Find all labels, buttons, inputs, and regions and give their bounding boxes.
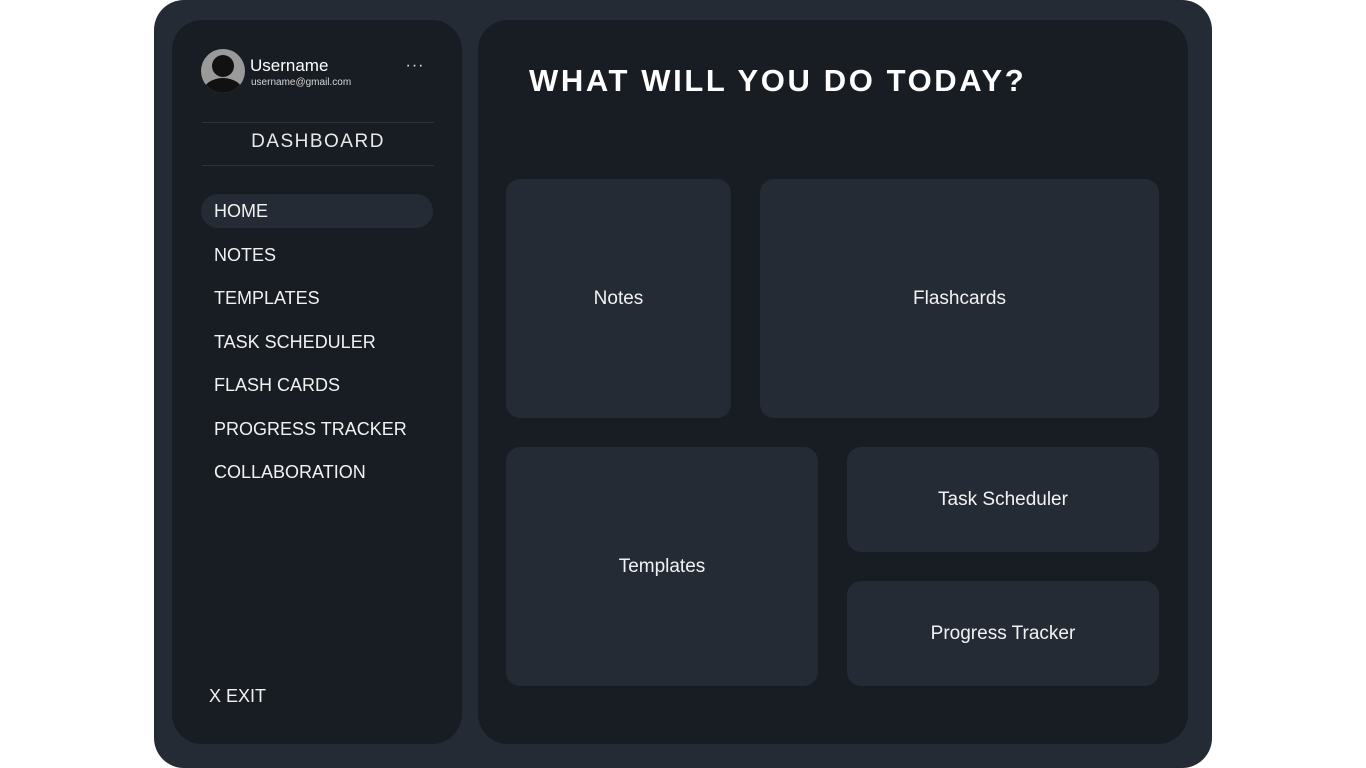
sidebar-item-collaboration[interactable]: COLLABORATION [201, 455, 433, 489]
sidebar-item-task-scheduler[interactable]: TASK SCHEDULER [201, 325, 433, 359]
sidebar-item-notes[interactable]: NOTES [201, 238, 433, 272]
templates-card-label: Templates [618, 555, 706, 577]
flashcards-card[interactable]: Flashcards [760, 179, 1159, 418]
exit-button[interactable]: X EXIT [209, 686, 266, 707]
sidebar-item-templates[interactable]: TEMPLATES [201, 281, 433, 315]
progress-tracker-card-label: Progress Tracker [930, 622, 1076, 644]
divider [202, 122, 434, 123]
task-scheduler-card[interactable]: Task Scheduler [847, 447, 1159, 552]
sidebar-item-progress-tracker[interactable]: PROGRESS TRACKER [201, 412, 433, 446]
dashboard-title: DASHBOARD [251, 131, 385, 152]
sidebar-nav: HOME NOTES TEMPLATES TASK SCHEDULER FLAS… [201, 194, 433, 499]
sidebar-item-flash-cards[interactable]: FLASH CARDS [201, 368, 433, 402]
templates-card[interactable]: Templates [506, 447, 818, 686]
more-horizontal-icon[interactable]: ··· [400, 57, 430, 77]
avatar-head [212, 55, 234, 77]
page-title: WHAT WILL YOU DO TODAY? [529, 63, 1027, 98]
task-scheduler-card-label: Task Scheduler [938, 488, 1068, 510]
avatar-body [203, 78, 243, 93]
username: Username [250, 56, 329, 75]
sidebar-item-home[interactable]: HOME [201, 194, 433, 228]
notes-card[interactable]: Notes [506, 179, 731, 418]
notes-card-label: Notes [593, 287, 644, 309]
flashcards-card-label: Flashcards [913, 287, 1006, 309]
user-email: username@gmail.com [251, 77, 352, 88]
user-avatar-icon[interactable] [201, 49, 245, 93]
progress-tracker-card[interactable]: Progress Tracker [847, 581, 1159, 686]
divider [202, 165, 434, 166]
